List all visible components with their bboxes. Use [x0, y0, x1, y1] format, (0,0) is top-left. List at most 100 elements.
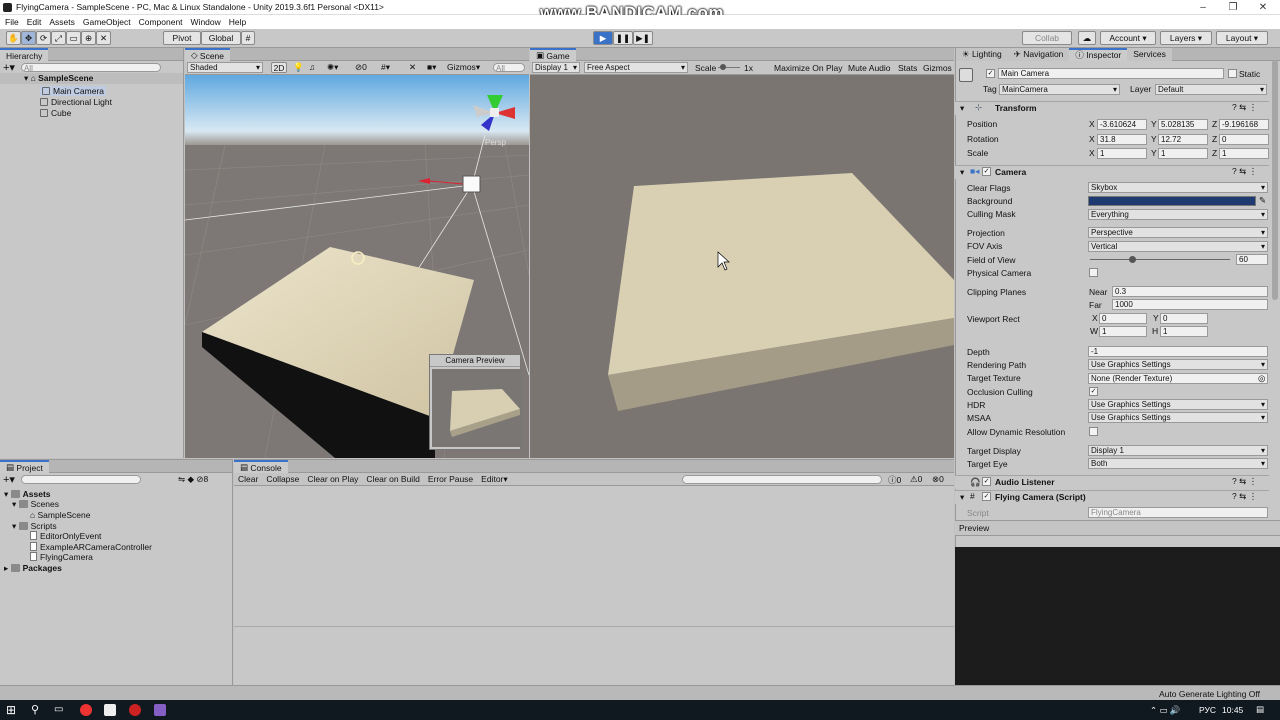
component-settings-icon[interactable]: ? ⇆ ⋮	[1232, 491, 1257, 502]
minimize-icon[interactable]: –	[1188, 0, 1218, 15]
camera-settings-icon[interactable]: ■▾	[427, 62, 436, 73]
snap-icon[interactable]: #	[241, 31, 255, 45]
tab-lighting[interactable]: ☀ Lighting	[956, 47, 1008, 61]
filter-icons[interactable]: ⇋ ◆ ⊘8	[178, 474, 208, 485]
menu-window[interactable]: Window	[191, 15, 221, 29]
hierarchy-search-input[interactable]: All	[20, 62, 161, 72]
error-count-toggle[interactable]: ⊗0	[932, 474, 944, 485]
collab-button[interactable]: Collab	[1022, 31, 1072, 45]
tab-navigation[interactable]: ✈ Navigation	[1007, 47, 1070, 61]
hdr-dropdown[interactable]: Use Graphics Settings	[1088, 399, 1268, 410]
log-count-toggle[interactable]: ⓘ0	[888, 474, 901, 486]
folder-packages[interactable]: ▸ Packages	[4, 563, 62, 574]
fov-slider-thumb[interactable]	[1129, 256, 1136, 263]
mute-audio-toggle[interactable]: Mute Audio	[848, 63, 891, 73]
fov-slider-track[interactable]	[1090, 259, 1230, 260]
menu-help[interactable]: Help	[229, 15, 246, 29]
rotation-x-field[interactable]: 31.8	[1097, 134, 1147, 145]
pause-button[interactable]: ❚❚	[613, 31, 633, 45]
rotate-tool-icon[interactable]: ⟳	[36, 31, 51, 45]
rotation-z-field[interactable]: 0	[1219, 134, 1269, 145]
projection-dropdown[interactable]: Perspective	[1088, 227, 1268, 238]
scale-x-field[interactable]: 1	[1097, 148, 1147, 159]
hierarchy-scene-row[interactable]: ▾ ⌂ SampleScene	[0, 73, 183, 84]
occlusion-culling-checkbox[interactable]: ✓	[1089, 387, 1098, 396]
clear-on-build-button[interactable]: Clear on Build	[366, 474, 419, 484]
gizmos-dropdown[interactable]: Gizmos▾	[447, 62, 480, 73]
tab-game[interactable]: ▣ Game	[530, 48, 576, 61]
bandicam-icon[interactable]	[129, 704, 141, 716]
target-display-dropdown[interactable]: Display 1	[1088, 445, 1268, 456]
editor-dropdown[interactable]: Editor▾	[481, 474, 508, 485]
static-checkbox[interactable]	[1228, 69, 1237, 78]
audio-toggle-icon[interactable]: ♫	[309, 62, 315, 72]
tab-inspector[interactable]: ⓘ Inspector	[1069, 47, 1128, 61]
fov-field[interactable]: 60	[1236, 254, 1268, 265]
menu-gameobject[interactable]: GameObject	[83, 15, 131, 29]
color-picker-icon[interactable]: ✎	[1259, 195, 1266, 206]
target-eye-dropdown[interactable]: Both	[1088, 458, 1268, 469]
layer-dropdown[interactable]: Default	[1155, 84, 1267, 95]
step-button[interactable]: ▶❚	[633, 31, 653, 45]
tools-icon[interactable]: ✕	[409, 62, 416, 73]
camera-gizmo-icon[interactable]	[462, 175, 481, 193]
clear-button[interactable]: Clear	[238, 474, 258, 484]
unity-taskbar-icon[interactable]	[104, 704, 116, 716]
scale-y-field[interactable]: 1	[1158, 148, 1208, 159]
notification-icon[interactable]: ▤	[1256, 704, 1264, 715]
asset-example-ar-camera-controller[interactable]: ExampleARCameraController	[30, 542, 152, 552]
project-search-input[interactable]	[20, 475, 141, 484]
tab-services[interactable]: Services	[1127, 47, 1172, 61]
tray-icons[interactable]: ⌃ ▭ 🔊	[1150, 705, 1180, 716]
culling-mask-dropdown[interactable]: Everything	[1088, 209, 1268, 220]
maximize-icon[interactable]: ❐	[1218, 0, 1248, 15]
hierarchy-item-main-camera[interactable]: Main Camera	[40, 86, 107, 96]
position-z-field[interactable]: -9.196168	[1219, 119, 1269, 130]
folder-scenes[interactable]: ▾ Scenes	[12, 499, 59, 510]
far-field[interactable]: 1000	[1112, 299, 1268, 310]
hidden-objects-icon[interactable]: ⊘0	[355, 62, 367, 73]
warning-count-toggle[interactable]: ⚠0	[910, 474, 922, 485]
collapse-icon[interactable]: ▾	[960, 103, 964, 114]
hierarchy-item-cube[interactable]: Cube	[40, 108, 71, 118]
scale-tool-icon[interactable]: ⤢	[51, 31, 66, 45]
target-texture-field[interactable]: None (Render Texture)	[1088, 373, 1268, 384]
depth-field[interactable]: -1	[1088, 346, 1268, 357]
viewport-y-field[interactable]: 0	[1160, 313, 1208, 324]
lighting-toggle-icon[interactable]: 💡	[293, 62, 304, 73]
preview-header[interactable]	[955, 520, 1280, 536]
component-settings-icon[interactable]: ? ⇆ ⋮	[1232, 476, 1257, 487]
menu-assets[interactable]: Assets	[49, 15, 75, 29]
grid-toggle-icon[interactable]: #▾	[381, 62, 390, 73]
clear-flags-dropdown[interactable]: Skybox	[1088, 182, 1268, 193]
component-settings-icon[interactable]: ? ⇆ ⋮	[1232, 166, 1257, 177]
console-search-input[interactable]	[682, 475, 882, 484]
dynamic-resolution-checkbox[interactable]	[1089, 427, 1098, 436]
physical-camera-checkbox[interactable]	[1089, 268, 1098, 277]
object-name-field[interactable]: Main Camera	[998, 68, 1224, 79]
error-pause-button[interactable]: Error Pause	[428, 474, 473, 484]
close-icon[interactable]: ✕	[1248, 0, 1278, 15]
console-splitter[interactable]	[234, 626, 954, 627]
hand-tool-icon[interactable]: ✋	[6, 31, 21, 45]
viewport-x-field[interactable]: 0	[1099, 313, 1147, 324]
msaa-dropdown[interactable]: Use Graphics Settings	[1088, 412, 1268, 423]
account-dropdown[interactable]: Account ▾	[1100, 31, 1156, 45]
aspect-dropdown[interactable]: Free Aspect	[584, 62, 688, 73]
tab-hierarchy[interactable]: Hierarchy	[0, 48, 49, 61]
add-icon[interactable]: +▾	[3, 473, 15, 486]
fov-axis-dropdown[interactable]: Vertical	[1088, 241, 1268, 252]
language-indicator[interactable]: РУС	[1199, 705, 1216, 715]
clear-on-play-button[interactable]: Clear on Play	[307, 474, 358, 484]
active-checkbox[interactable]: ✓	[986, 69, 995, 78]
clock[interactable]: 10:45	[1222, 705, 1243, 715]
menu-file[interactable]: File	[5, 15, 19, 29]
hierarchy-item-directional-light[interactable]: Directional Light	[40, 97, 112, 107]
display-dropdown[interactable]: Display 1	[532, 62, 580, 73]
asset-sample-scene[interactable]: ⌂ SampleScene	[30, 510, 90, 520]
pivot-toggle[interactable]: Pivot	[163, 31, 201, 45]
tab-scene[interactable]: ◇ Scene	[185, 48, 231, 61]
menu-component[interactable]: Component	[139, 15, 183, 29]
visual-studio-icon[interactable]	[154, 704, 166, 716]
transform-tool-icon[interactable]: ⊕	[81, 31, 96, 45]
